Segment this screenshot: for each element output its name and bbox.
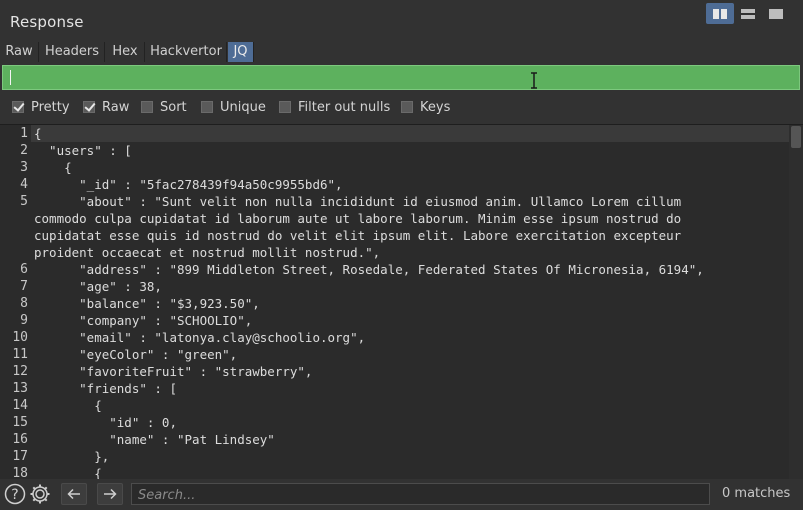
line-number: 10 xyxy=(12,330,28,345)
tab-headers[interactable]: Headers xyxy=(40,42,105,62)
line-number: 9 xyxy=(20,313,28,328)
code-line: "_id" : "5fac278439f94a50c9955bd6", xyxy=(34,177,343,192)
line-number: 2 xyxy=(20,143,28,158)
line-number: 8 xyxy=(20,296,28,311)
option-sort-label: Sort xyxy=(160,99,187,115)
code-line: "id" : 0, xyxy=(34,415,177,430)
split-rows-button[interactable] xyxy=(734,3,762,24)
split-columns-button[interactable] xyxy=(706,3,734,24)
line-number: 6 xyxy=(20,262,28,277)
response-header: Response xyxy=(0,0,803,41)
option-raw[interactable]: Raw xyxy=(83,96,129,118)
next-match-button[interactable] xyxy=(97,483,123,505)
code-line: commodo culpa cupidatat id laborum aute … xyxy=(34,211,682,226)
option-filter-nulls-label: Filter out nulls xyxy=(298,99,391,115)
arrow-right-icon xyxy=(104,488,117,500)
json-editor[interactable]: 1 2 3 4 5 6 7 8 9 10 11 12 13 14 15 16 17 18 { "users" : … xyxy=(0,124,803,479)
keys-checkbox[interactable] xyxy=(401,101,413,113)
raw-checkbox[interactable] xyxy=(83,101,95,113)
line-number: 13 xyxy=(12,381,28,396)
option-sort[interactable]: Sort xyxy=(141,96,187,118)
code-line: "favoriteFruit" : "strawberry", xyxy=(34,364,313,379)
code-line: "age" : 38, xyxy=(34,279,162,294)
jq-filter-input[interactable] xyxy=(3,66,799,89)
code-line: "email" : "latonya.clay@schoolio.org", xyxy=(34,330,366,345)
help-icon: ? xyxy=(4,483,26,505)
line-number: 12 xyxy=(12,364,28,379)
code-line: "address" : "899 Middleton Street, Rosed… xyxy=(34,262,704,277)
tab-jq[interactable]: JQ xyxy=(228,42,254,62)
line-number: 15 xyxy=(12,415,28,430)
svg-text:?: ? xyxy=(11,487,18,503)
code-line: "about" : "Sunt velit non nulla incididu… xyxy=(34,194,682,209)
vertical-scrollbar[interactable] xyxy=(789,125,803,479)
match-count: 0 matches xyxy=(722,486,791,501)
panel-title: Response xyxy=(10,13,84,31)
text-cursor xyxy=(10,70,11,85)
scrollbar-thumb[interactable] xyxy=(791,126,801,148)
option-filter-nulls[interactable]: Filter out nulls xyxy=(279,96,390,118)
option-keys-label: Keys xyxy=(420,99,451,115)
option-pretty[interactable]: Pretty xyxy=(12,96,70,118)
line-number: 5 xyxy=(20,194,28,209)
pretty-checkbox[interactable] xyxy=(12,101,24,113)
code-line: "name" : "Pat Lindsey" xyxy=(34,432,275,447)
view-layout-buttons xyxy=(706,3,790,24)
jq-options: Pretty Raw Sort Unique Filter out nulls … xyxy=(0,96,803,118)
tab-hex[interactable]: Hex xyxy=(106,42,145,62)
search-field[interactable] xyxy=(131,483,710,506)
line-number: 3 xyxy=(20,160,28,175)
line-number: 11 xyxy=(12,347,28,362)
option-keys[interactable]: Keys xyxy=(401,96,450,118)
line-number: 18 xyxy=(12,466,28,479)
ibeam-cursor-icon xyxy=(531,72,537,89)
search-bar: ? 0 matches xyxy=(0,479,803,510)
current-line-highlight xyxy=(31,125,789,142)
sort-checkbox[interactable] xyxy=(141,101,153,113)
code-line: proident occaecat et nostrud mollit nost… xyxy=(34,245,381,260)
previous-match-button[interactable] xyxy=(61,483,87,505)
code-line: cupidatat esse quis id nostrud do velit … xyxy=(34,228,682,243)
code-line: { xyxy=(34,160,72,175)
line-number: 17 xyxy=(12,449,28,464)
split-rows-icon xyxy=(741,8,755,19)
option-pretty-label: Pretty xyxy=(31,99,70,115)
search-input[interactable] xyxy=(132,485,709,506)
settings-button[interactable] xyxy=(28,483,52,505)
help-button[interactable]: ? xyxy=(4,483,26,505)
gear-icon xyxy=(30,484,50,504)
code-line: "company" : "SCHOOLIO", xyxy=(34,313,253,328)
jq-filter-field[interactable] xyxy=(2,65,800,90)
code-line: "users" : [ xyxy=(34,143,132,158)
line-number: 16 xyxy=(12,432,28,447)
code-line: { xyxy=(34,398,102,413)
option-unique[interactable]: Unique xyxy=(201,96,266,118)
line-number-gutter: 1 2 3 4 5 6 7 8 9 10 11 12 13 14 15 16 17 18 xyxy=(0,125,31,479)
filter-nulls-checkbox[interactable] xyxy=(279,101,291,113)
unique-checkbox[interactable] xyxy=(201,101,213,113)
option-unique-label: Unique xyxy=(220,99,266,115)
line-number: 7 xyxy=(20,279,28,294)
arrow-left-icon xyxy=(67,488,80,500)
line-number: 4 xyxy=(20,177,28,192)
code-line: "eyeColor" : "green", xyxy=(34,347,238,362)
code-line: "friends" : [ xyxy=(34,381,177,396)
line-number: 1 xyxy=(20,126,28,141)
code-line: { xyxy=(34,466,102,479)
code-line: { xyxy=(34,126,42,141)
response-tabs: Raw Headers Hex Hackvertor JQ xyxy=(0,42,803,62)
code-line: }, xyxy=(34,449,110,464)
code-line: "balance" : "$3,923.50", xyxy=(34,296,260,311)
tab-raw[interactable]: Raw xyxy=(0,42,39,62)
tab-hackvertor[interactable]: Hackvertor xyxy=(146,42,227,62)
option-raw-label: Raw xyxy=(102,99,130,115)
split-columns-icon xyxy=(713,8,727,19)
single-pane-button[interactable] xyxy=(762,3,790,24)
line-number: 14 xyxy=(12,398,28,413)
single-pane-icon xyxy=(769,8,783,19)
